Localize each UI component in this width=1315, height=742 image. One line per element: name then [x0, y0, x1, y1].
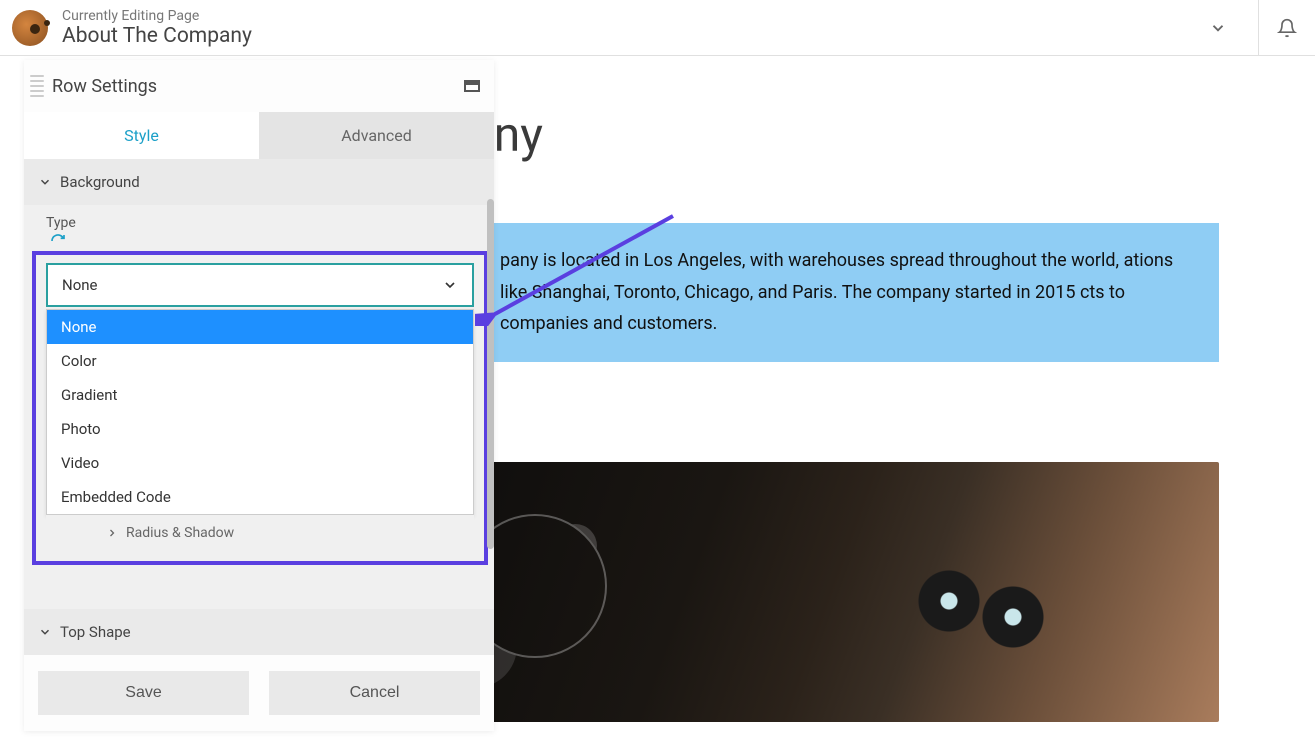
refresh-icon[interactable] — [50, 233, 66, 249]
section-top-shape[interactable]: Top Shape — [24, 609, 494, 655]
page-dropdown-toggle[interactable] — [1198, 8, 1238, 48]
drag-handle-icon[interactable] — [30, 70, 44, 102]
page-info: Currently Editing Page About The Company — [62, 8, 1198, 48]
chevron-down-icon — [38, 175, 52, 189]
top-bar: Currently Editing Page About The Company — [0, 0, 1315, 56]
panel-footer: Save Cancel — [24, 655, 494, 731]
panel-tabs: Style Advanced — [24, 112, 494, 159]
type-option-photo[interactable]: Photo — [47, 412, 473, 446]
chevron-down-icon — [38, 625, 52, 639]
preview-paragraph: pany is located in Los Angeles, with war… — [500, 250, 1173, 334]
type-select-value: None — [62, 276, 98, 294]
row-settings-panel: Row Settings Style Advanced Background T… — [24, 60, 494, 731]
chevron-down-icon — [1209, 19, 1227, 37]
panel-header[interactable]: Row Settings — [24, 60, 494, 112]
section-radius-shadow[interactable]: Radius & Shadow — [46, 515, 474, 551]
tab-advanced[interactable]: Advanced — [259, 112, 494, 159]
type-select-list: None Color Gradient Photo Video Embedded… — [46, 309, 474, 515]
tab-style[interactable]: Style — [24, 112, 259, 159]
resize-icon[interactable] — [464, 80, 480, 92]
panel-body: Background Type None None Color Gradient — [24, 159, 494, 655]
bell-icon — [1277, 18, 1297, 38]
section-top-shape-label: Top Shape — [60, 623, 131, 641]
page-title: About The Company — [62, 24, 1198, 48]
background-type-field: Type None None Color Gradient Photo Vide… — [24, 205, 494, 585]
chevron-right-icon — [106, 527, 118, 539]
app-logo — [12, 10, 48, 46]
type-option-color[interactable]: Color — [47, 344, 473, 378]
panel-title: Row Settings — [52, 76, 464, 97]
cancel-button[interactable]: Cancel — [269, 671, 480, 715]
section-radius-shadow-label: Radius & Shadow — [126, 525, 234, 541]
save-button[interactable]: Save — [38, 671, 249, 715]
type-option-embedded-code[interactable]: Embedded Code — [47, 480, 473, 514]
editing-label: Currently Editing Page — [62, 8, 1198, 24]
type-option-video[interactable]: Video — [47, 446, 473, 480]
section-background-label: Background — [60, 173, 140, 191]
panel-scrollbar[interactable] — [487, 199, 494, 549]
type-option-none[interactable]: None — [47, 310, 473, 344]
type-option-gradient[interactable]: Gradient — [47, 378, 473, 412]
chevron-down-icon — [442, 277, 458, 293]
section-background[interactable]: Background — [24, 159, 494, 205]
type-select-trigger[interactable]: None — [46, 263, 474, 307]
type-dropdown-highlight: None None Color Gradient Photo Video Emb… — [32, 251, 488, 565]
notifications-button[interactable] — [1259, 0, 1315, 56]
field-type-label: Type — [46, 215, 480, 231]
